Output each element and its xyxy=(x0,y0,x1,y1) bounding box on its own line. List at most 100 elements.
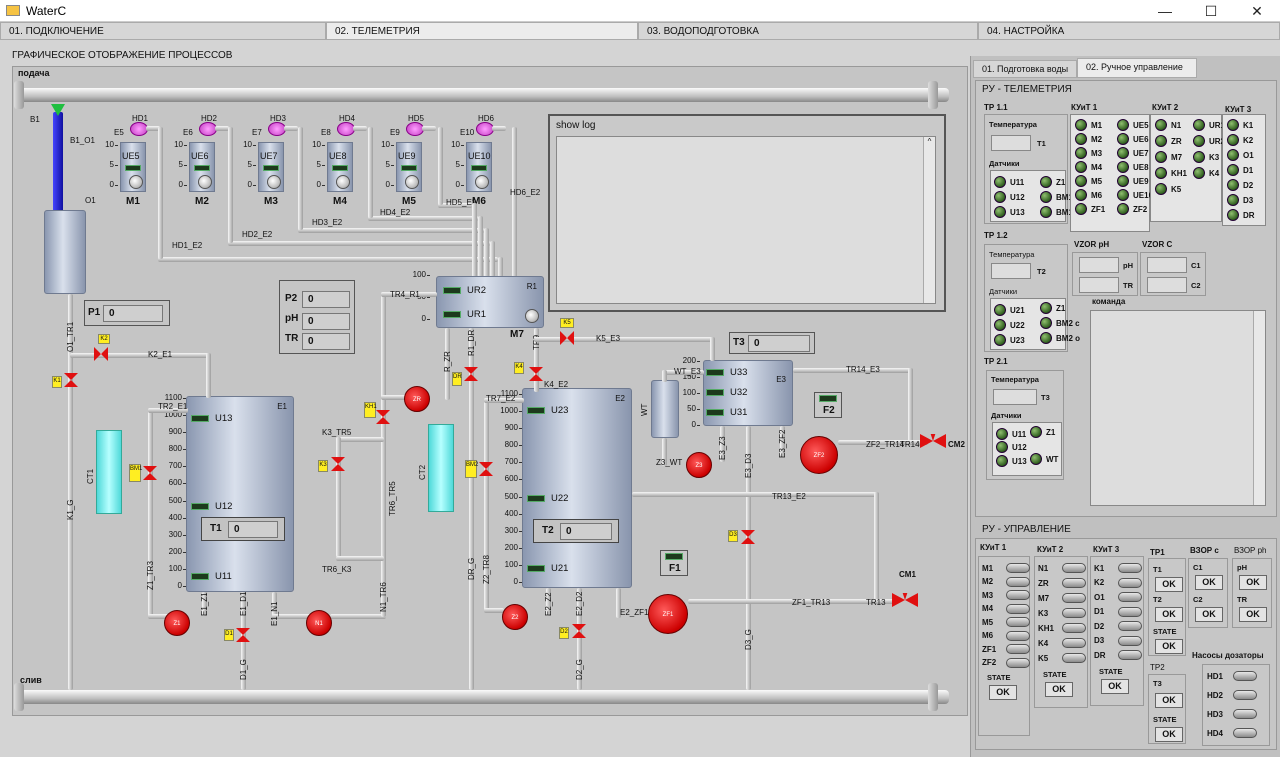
toggle-c_kuit1-7[interactable]: ZF2 xyxy=(982,657,1030,668)
command-textarea[interactable] xyxy=(1090,310,1266,506)
pump-n1[interactable]: N1 xyxy=(306,610,332,636)
toggle-c_kuit1-0[interactable]: M1 xyxy=(982,563,1030,573)
toggle-switch-icon[interactable] xyxy=(1006,617,1030,627)
mixer-knob-5[interactable] xyxy=(405,175,419,189)
dosing-toggle-4[interactable]: HD4 xyxy=(1207,728,1257,738)
toggle-switch-icon[interactable] xyxy=(1006,644,1030,654)
toggle-c_kuit3-2[interactable]: O1 xyxy=(1094,592,1142,602)
mixer-knob-4[interactable] xyxy=(336,175,350,189)
pump-z2[interactable]: Z2 xyxy=(502,604,528,630)
toggle-c_kuit2-5[interactable]: K4 xyxy=(1038,638,1086,648)
toggle-c_kuit2-2[interactable]: M7 xyxy=(1038,593,1086,603)
toggle-switch-icon[interactable] xyxy=(1118,650,1142,660)
valve-k5[interactable] xyxy=(560,331,574,345)
toggle-switch-icon[interactable] xyxy=(1006,657,1030,668)
toggle-c_kuit1-1[interactable]: M2 xyxy=(982,576,1030,587)
tab-water-treatment[interactable]: 03. ВОДОПОДГОТОВКА xyxy=(638,22,978,40)
toggle-switch-icon[interactable] xyxy=(1062,638,1086,648)
toggle-switch-icon[interactable] xyxy=(1006,630,1030,641)
valve-cm2[interactable] xyxy=(920,434,946,448)
toggle-switch-icon[interactable] xyxy=(1006,576,1030,587)
valve-d1[interactable] xyxy=(236,628,250,642)
toggle-c_kuit2-6[interactable]: K5 xyxy=(1038,653,1086,663)
ctl-tp1-t2-ok[interactable]: OK xyxy=(1155,607,1183,622)
dosing-toggle-1[interactable]: HD1 xyxy=(1207,671,1257,681)
toggle-switch-icon[interactable] xyxy=(1006,590,1030,600)
toggle-c_kuit2-0[interactable]: N1 xyxy=(1038,563,1086,573)
log-scrollbar[interactable]: ^ xyxy=(923,137,935,303)
valve-k4[interactable] xyxy=(529,367,543,381)
toggle-switch-icon[interactable] xyxy=(1233,728,1257,738)
toggle-c_kuit3-3[interactable]: D1 xyxy=(1094,606,1142,617)
mixer-knob-3[interactable] xyxy=(267,175,281,189)
state-ok-button[interactable]: OK xyxy=(989,685,1017,700)
toggle-switch-icon[interactable] xyxy=(1118,563,1142,573)
toggle-c_kuit3-5[interactable]: D3 xyxy=(1094,635,1142,646)
mixer-knob-6[interactable] xyxy=(475,175,489,189)
pump-zf1[interactable]: ZF1 xyxy=(648,594,688,634)
toggle-switch-icon[interactable] xyxy=(1062,593,1086,603)
valve-cm1[interactable] xyxy=(892,593,918,607)
valve-k1[interactable] xyxy=(64,373,78,387)
pump-z1[interactable]: Z1 xyxy=(164,610,190,636)
toggle-switch-icon[interactable] xyxy=(1118,577,1142,588)
toggle-switch-icon[interactable] xyxy=(1118,592,1142,602)
toggle-switch-icon[interactable] xyxy=(1233,709,1257,719)
toggle-switch-icon[interactable] xyxy=(1062,563,1086,573)
state-ok-button[interactable]: OK xyxy=(1101,678,1129,694)
pump-zr[interactable]: ZR xyxy=(404,386,430,412)
toggle-c_kuit2-3[interactable]: K3 xyxy=(1038,608,1086,618)
toggle-c_kuit1-2[interactable]: M3 xyxy=(982,590,1030,600)
ctl-vzor-c1-ok[interactable]: OK xyxy=(1195,575,1223,590)
toggle-c_kuit2-1[interactable]: ZR xyxy=(1038,578,1086,588)
toggle-switch-icon[interactable] xyxy=(1118,635,1142,646)
toggle-c_kuit3-0[interactable]: K1 xyxy=(1094,563,1142,573)
command-scrollbar[interactable] xyxy=(1253,311,1265,505)
ctl-vzor-tr-ok[interactable]: OK xyxy=(1239,607,1267,622)
toggle-switch-icon[interactable] xyxy=(1233,690,1257,700)
valve-d2[interactable] xyxy=(572,624,586,638)
toggle-c_kuit1-3[interactable]: M4 xyxy=(982,603,1030,614)
ctl-vzor-c2-ok[interactable]: OK xyxy=(1195,607,1223,622)
toggle-c_kuit3-4[interactable]: D2 xyxy=(1094,621,1142,631)
toggle-switch-icon[interactable] xyxy=(1062,608,1086,618)
tab-water-prep[interactable]: 01. Подготовка воды xyxy=(973,60,1077,78)
ctl-tp1-state-ok[interactable]: OK xyxy=(1155,639,1183,654)
dosing-toggle-3[interactable]: HD3 xyxy=(1207,709,1257,719)
valve-k3[interactable] xyxy=(331,457,345,471)
toggle-c_kuit1-6[interactable]: ZF1 xyxy=(982,644,1030,654)
toggle-switch-icon[interactable] xyxy=(1062,653,1086,663)
valve-d3[interactable] xyxy=(741,530,755,544)
toggle-switch-icon[interactable] xyxy=(1006,603,1030,614)
toggle-switch-icon[interactable] xyxy=(1118,621,1142,631)
valve-bm2[interactable] xyxy=(479,462,493,476)
mixer-knob-2[interactable] xyxy=(198,175,212,189)
ctl-tp2-state-ok[interactable]: OK xyxy=(1155,727,1183,742)
log-textarea[interactable]: ^ xyxy=(556,136,936,304)
toggle-switch-icon[interactable] xyxy=(1062,578,1086,588)
valve-kh1[interactable] xyxy=(376,410,390,424)
close-button[interactable]: ✕ xyxy=(1234,0,1280,22)
toggle-c_kuit2-4[interactable]: KH1 xyxy=(1038,623,1086,633)
toggle-c_kuit1-5[interactable]: M6 xyxy=(982,630,1030,641)
mixer-knob-1[interactable] xyxy=(129,175,143,189)
minimize-button[interactable]: — xyxy=(1142,0,1188,22)
toggle-c_kuit3-6[interactable]: DR xyxy=(1094,650,1142,660)
toggle-switch-icon[interactable] xyxy=(1062,623,1086,633)
ctl-tp2-t3-ok[interactable]: OK xyxy=(1155,693,1183,708)
tab-connection[interactable]: 01. ПОДКЛЮЧЕНИЕ xyxy=(0,22,326,40)
state-ok-button[interactable]: OK xyxy=(1045,682,1073,697)
ctl-tp1-t1-ok[interactable]: OK xyxy=(1155,577,1183,592)
valve-bm1[interactable] xyxy=(143,466,157,480)
toggle-c_kuit1-4[interactable]: M5 xyxy=(982,617,1030,627)
ctl-vzor-ph-ok[interactable]: OK xyxy=(1239,575,1267,590)
tab-settings[interactable]: 04. НАСТРОЙКА xyxy=(978,22,1280,40)
toggle-switch-icon[interactable] xyxy=(1233,671,1257,681)
toggle-switch-icon[interactable] xyxy=(1118,606,1142,617)
r1-mixer-knob[interactable] xyxy=(525,309,539,323)
valve-dr[interactable] xyxy=(464,367,478,381)
valve-k2[interactable] xyxy=(94,347,108,361)
tab-telemetry[interactable]: 02. ТЕЛЕМЕТРИЯ xyxy=(326,22,638,40)
toggle-c_kuit3-1[interactable]: K2 xyxy=(1094,577,1142,588)
dosing-toggle-2[interactable]: HD2 xyxy=(1207,690,1257,700)
